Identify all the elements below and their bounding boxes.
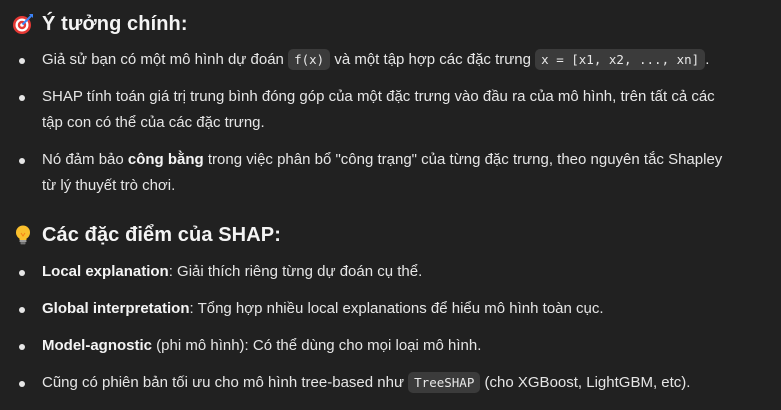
list-item: Nó đảm bảo công bằng trong việc phân bổ … — [12, 147, 772, 199]
main-idea-list: Giả sử bạn có một mô hình dự đoán f(x) v… — [12, 47, 772, 199]
target-icon — [12, 13, 34, 35]
inline-code: x = [x1, x2, ..., xn] — [535, 49, 706, 70]
section-heading-main-idea: Ý tưởng chính: — [12, 9, 772, 39]
shap-features-list: Local explanation: Giải thích riêng từng… — [12, 259, 772, 396]
list-item: Local explanation: Giải thích riêng từng… — [12, 259, 772, 285]
list-item: Giả sử bạn có một mô hình dự đoán f(x) v… — [12, 47, 772, 73]
inline-code: TreeSHAP — [408, 372, 481, 393]
heading-text: Ý tưởng chính: — [42, 12, 188, 35]
heading-text: Các đặc điểm của SHAP: — [42, 223, 281, 246]
section-shap-features: Các đặc điểm của SHAP: Local explanation… — [12, 220, 772, 396]
lightbulb-icon — [12, 224, 34, 246]
list-item: SHAP tính toán giá trị trung bình đóng g… — [12, 84, 772, 136]
list-item: Model-agnostic (phi mô hình): Có thể dùn… — [12, 333, 772, 359]
section-main-idea: Ý tưởng chính: Giả sử bạn có một mô hình… — [12, 9, 772, 199]
inline-code: f(x) — [288, 49, 331, 70]
list-item: Global interpretation: Tổng hợp nhiều lo… — [12, 296, 772, 322]
list-item: Cũng có phiên bản tối ưu cho mô hình tre… — [12, 370, 772, 396]
section-heading-shap-features: Các đặc điểm của SHAP: — [12, 220, 772, 250]
